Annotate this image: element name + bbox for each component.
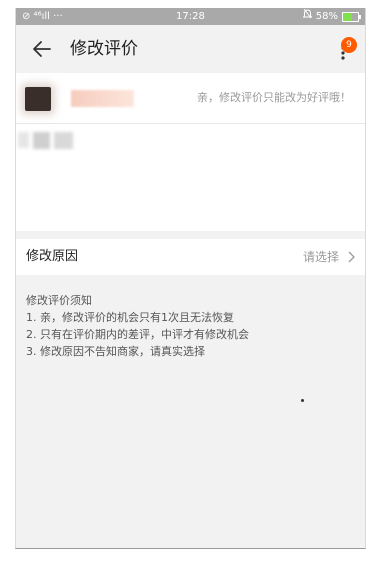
shop-name-blurred (71, 90, 134, 107)
review-card: 亲，修改评价只能改为好评哦！ (16, 73, 365, 231)
status-time: 17:28 (176, 11, 205, 22)
notice-title: 修改评价须知 (26, 294, 92, 307)
blurred-content (18, 132, 29, 148)
notice-item: 2. 只有在评价期内的差评，中评才有修改机会 (26, 328, 249, 341)
app-screen: ⊘ ⁴⁶ıll ··· 17:28 58% 修改评价 9 亲，修改评价只能改为好… (15, 8, 366, 549)
notice-item: 1. 亲，修改评价的机会只有1次且无法恢复 (26, 311, 234, 324)
notification-badge: 9 (341, 37, 357, 53)
notice-section: 修改评价须知 1. 亲，修改评价的机会只有1次且无法恢复 2. 只有在评价期内的… (16, 285, 365, 369)
blurred-content (33, 132, 50, 149)
alarm-icon (302, 8, 313, 25)
nav-bar: 修改评价 9 (16, 25, 365, 73)
reason-label: 修改原因 (26, 249, 79, 264)
signal-indicators: ⊘ ⁴⁶ıll ··· (22, 11, 63, 22)
notice-item: 3. 修改原因不告知商家，请真实选择 (26, 345, 205, 358)
review-tip: 亲，修改评价只能改为好评哦！ (197, 91, 351, 104)
battery-percent: 58% (315, 11, 338, 22)
status-right: 58% (302, 8, 361, 25)
back-button[interactable] (30, 37, 54, 61)
avatar (25, 87, 51, 111)
status-indicators: ⊘ ⁴⁶ıll ··· (22, 8, 63, 25)
battery-icon (342, 11, 361, 22)
reason-selector[interactable]: 修改原因 请选择 (16, 239, 365, 275)
page-title: 修改评价 (70, 39, 138, 59)
shop-row: 亲，修改评价只能改为好评哦！ (16, 73, 365, 124)
chevron-right-icon (348, 251, 355, 263)
arrow-left-icon (33, 41, 51, 57)
blurred-content (54, 132, 73, 149)
reason-placeholder: 请选择 (302, 250, 339, 264)
status-bar: ⊘ ⁴⁶ıll ··· 17:28 58% (16, 8, 365, 25)
stray-dot (301, 399, 304, 402)
battery-fill (343, 12, 352, 21)
